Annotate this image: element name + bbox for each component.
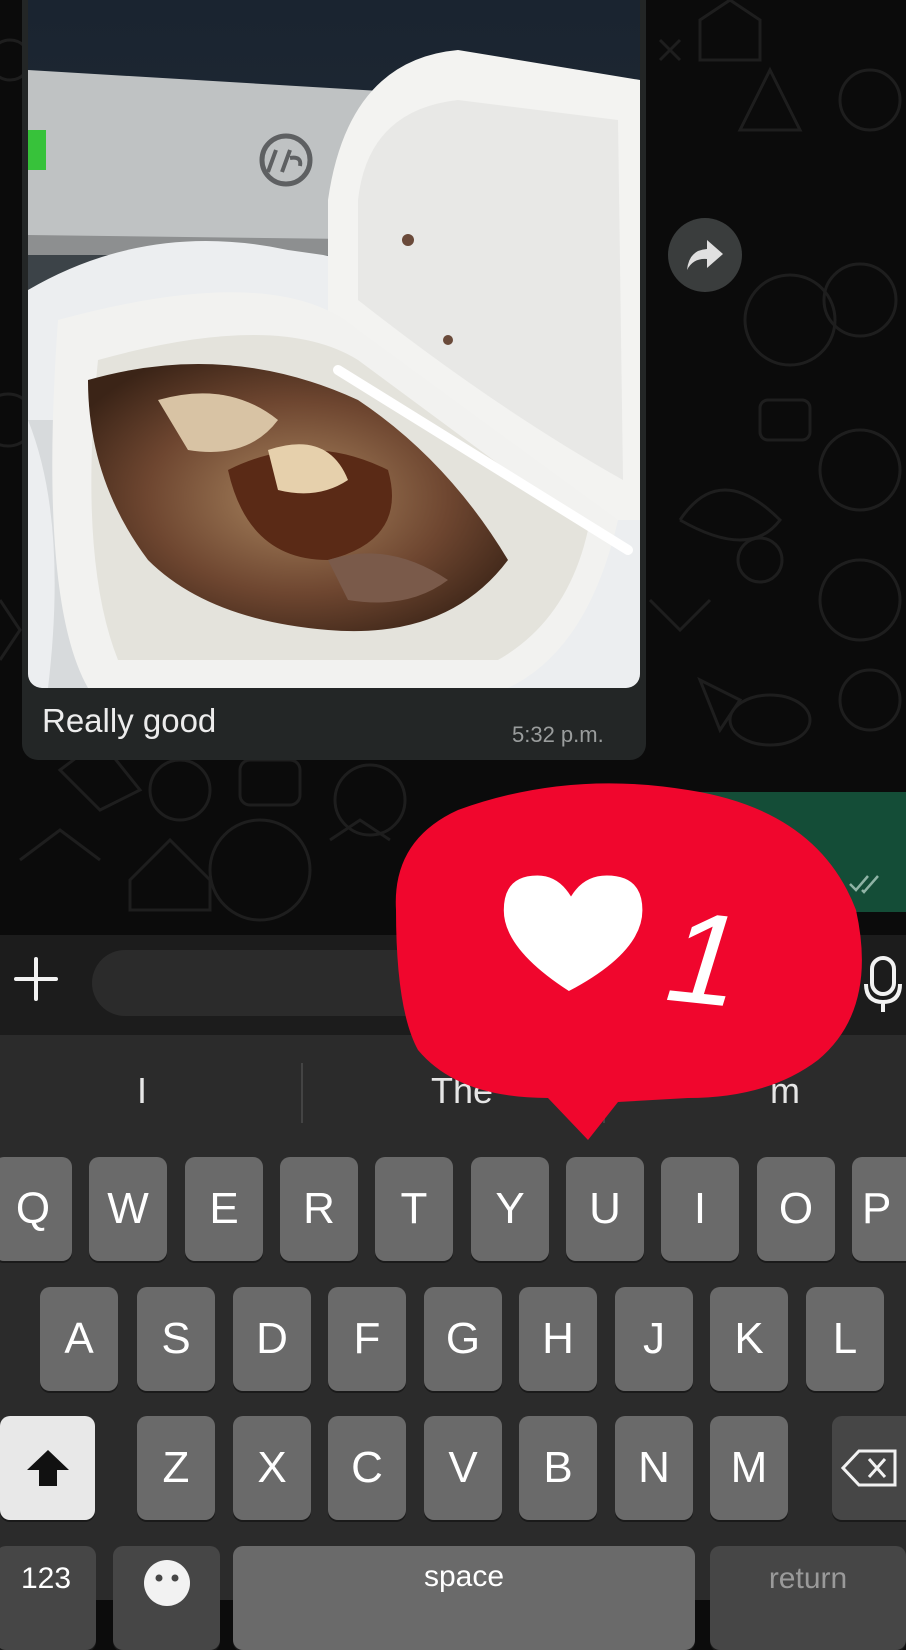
key-r[interactable]: R	[280, 1157, 358, 1261]
microphone-icon[interactable]	[862, 954, 906, 1014]
key-y[interactable]: Y	[471, 1157, 549, 1261]
shift-arrow-icon	[26, 1450, 69, 1486]
key-b[interactable]: B	[519, 1416, 597, 1520]
key-p[interactable]: P	[852, 1157, 906, 1261]
forward-icon	[687, 240, 723, 270]
key-h[interactable]: H	[519, 1287, 597, 1391]
key-j[interactable]: J	[615, 1287, 693, 1391]
backspace-key[interactable]	[832, 1416, 906, 1520]
message-caption: Really good	[42, 702, 217, 739]
forward-button[interactable]	[668, 218, 742, 292]
key-n[interactable]: N	[615, 1416, 693, 1520]
key-q[interactable]: Q	[0, 1157, 72, 1261]
key-e[interactable]: E	[185, 1157, 263, 1261]
emoji-face-icon	[143, 1560, 190, 1606]
key-u[interactable]: U	[566, 1157, 644, 1261]
return-key[interactable]: return	[710, 1546, 906, 1650]
key-i[interactable]: I	[661, 1157, 739, 1261]
key-k[interactable]: K	[710, 1287, 788, 1391]
suggestion-divider	[301, 1063, 303, 1123]
numbers-key[interactable]: 123	[0, 1546, 96, 1650]
key-f[interactable]: F	[328, 1287, 406, 1391]
key-a[interactable]: A	[40, 1287, 118, 1391]
space-key[interactable]: space	[233, 1546, 695, 1650]
key-m[interactable]: M	[710, 1416, 788, 1520]
emoji-key[interactable]	[113, 1546, 220, 1650]
key-c[interactable]: C	[328, 1416, 406, 1520]
attach-plus-icon[interactable]	[10, 953, 62, 1005]
like-notification-badge: 1	[395, 783, 862, 1140]
message-photo[interactable]	[28, 0, 640, 688]
suggestion-1[interactable]: I	[2, 1070, 282, 1112]
key-d[interactable]: D	[233, 1287, 311, 1391]
shift-key[interactable]	[0, 1416, 95, 1520]
key-s[interactable]: S	[137, 1287, 215, 1391]
key-o[interactable]: O	[757, 1157, 835, 1261]
key-v[interactable]: V	[424, 1416, 502, 1520]
key-z[interactable]: Z	[137, 1416, 215, 1520]
like-count: 1	[661, 882, 748, 1035]
message-timestamp: 5:32 p.m.	[512, 722, 604, 747]
key-t[interactable]: T	[375, 1157, 453, 1261]
key-l[interactable]: L	[806, 1287, 884, 1391]
key-g[interactable]: G	[424, 1287, 502, 1391]
key-x[interactable]: X	[233, 1416, 311, 1520]
backspace-icon	[841, 1449, 897, 1487]
key-w[interactable]: W	[89, 1157, 167, 1261]
